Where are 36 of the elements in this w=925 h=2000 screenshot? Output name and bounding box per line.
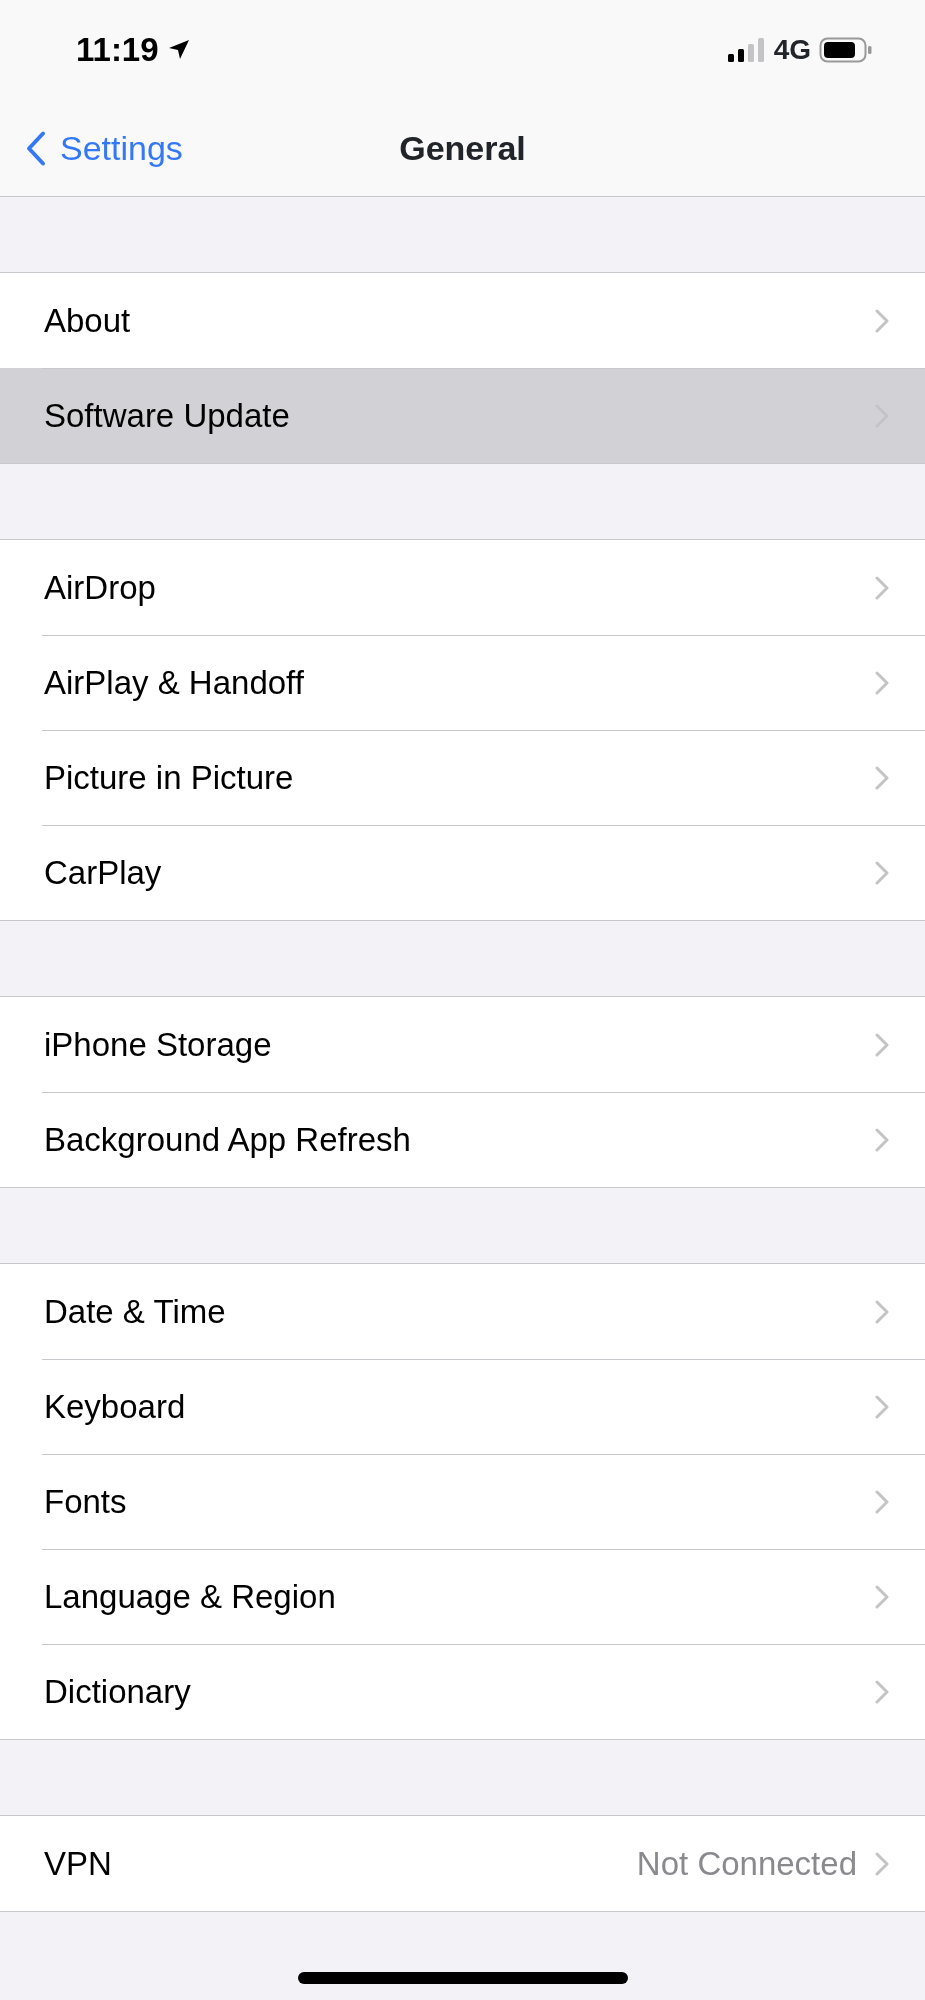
page-title: General [399, 127, 526, 169]
chevron-icon [875, 1851, 889, 1876]
row-label: AirDrop [44, 567, 157, 608]
back-chevron-icon [26, 130, 46, 166]
chevron-icon [875, 1489, 889, 1514]
chevron-icon [875, 1584, 889, 1609]
network-label: 4G [773, 33, 811, 67]
status-time: 11:19 [76, 30, 159, 71]
row-label: Language & Region [44, 1576, 337, 1617]
row-label: iPhone Storage [44, 1024, 273, 1065]
row-label: Software Update [44, 395, 291, 436]
chevron-icon [875, 575, 889, 600]
chevron-icon [875, 765, 889, 790]
chevron-icon [875, 1394, 889, 1419]
settings-row[interactable]: Software Update [0, 368, 925, 463]
chevron-icon [875, 1127, 889, 1152]
row-label: Fonts [44, 1481, 128, 1522]
row-label: About [44, 300, 132, 341]
signal-icon [727, 38, 766, 62]
row-label: VPN [44, 1843, 113, 1884]
chevron-icon [875, 1299, 889, 1324]
chevron-icon [875, 1679, 889, 1704]
row-label: AirPlay & Handoff [44, 662, 305, 703]
chevron-icon [875, 1032, 889, 1057]
row-label: Background App Refresh [44, 1119, 412, 1160]
battery-icon [819, 37, 873, 63]
chevron-icon [875, 308, 889, 333]
row-value: Not Connected [636, 1843, 857, 1884]
chevron-icon [875, 860, 889, 885]
row-label: Dictionary [44, 1671, 192, 1712]
row-label: Keyboard [44, 1386, 187, 1427]
row-label: CarPlay [44, 852, 163, 893]
chevron-icon [875, 670, 889, 695]
back-button[interactable]: Settings [26, 122, 183, 174]
row-label: Picture in Picture [44, 757, 295, 798]
row-label: Date & Time [44, 1291, 227, 1332]
